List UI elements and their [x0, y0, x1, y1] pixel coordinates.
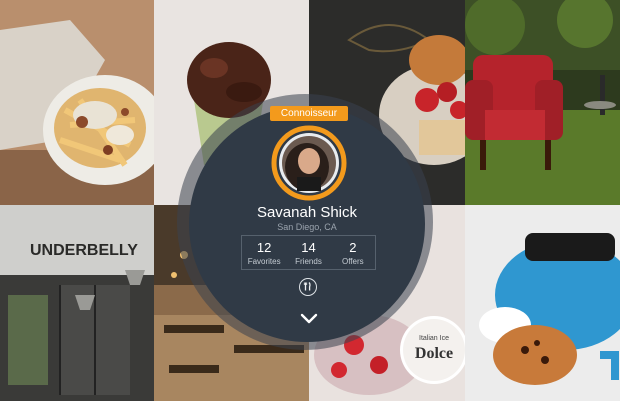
expand-button[interactable]	[298, 310, 320, 326]
stat-label: Favorites	[247, 257, 281, 266]
avatar-graphic	[271, 125, 347, 201]
stat-label: Offers	[342, 257, 364, 266]
fries-photo	[0, 0, 154, 205]
profile-name: Savanah Shick	[256, 204, 358, 221]
fork-knife-icon	[303, 282, 311, 291]
stat-offers[interactable]: 2 Offers	[331, 236, 375, 269]
photo-tile-armchair[interactable]	[465, 0, 620, 205]
cafe-logo-line1: Italian Ice	[419, 335, 449, 342]
stat-favorites[interactable]: 12 Favorites	[242, 236, 286, 269]
avatar[interactable]	[271, 125, 347, 201]
armchair-photo	[465, 0, 620, 205]
photo-tile-underbelly[interactable]: UNDERBELLY	[0, 205, 154, 401]
fork-knife-button[interactable]	[299, 278, 317, 296]
photo-tile-fries[interactable]	[0, 0, 154, 205]
stat-value: 2	[349, 240, 357, 255]
profile-location: San Diego, CA	[277, 222, 337, 232]
stat-label: Friends	[295, 257, 322, 266]
photo-tile-cartoon[interactable]	[465, 205, 620, 401]
underbelly-photo: UNDERBELLY	[0, 205, 154, 401]
connoisseur-badge: Connoisseur	[270, 106, 348, 121]
stat-value: 14	[301, 240, 316, 255]
stats-box: 12 Favorites 14 Friends 2 Offers	[241, 235, 376, 270]
cartoon-photo	[465, 205, 620, 401]
stat-friends[interactable]: 14 Friends	[286, 236, 330, 269]
stat-value: 12	[256, 240, 272, 255]
chevron-down-icon	[300, 313, 318, 324]
cafe-logo-line2: Dolce	[415, 345, 453, 362]
underbelly-sign: UNDERBELLY	[30, 242, 138, 259]
